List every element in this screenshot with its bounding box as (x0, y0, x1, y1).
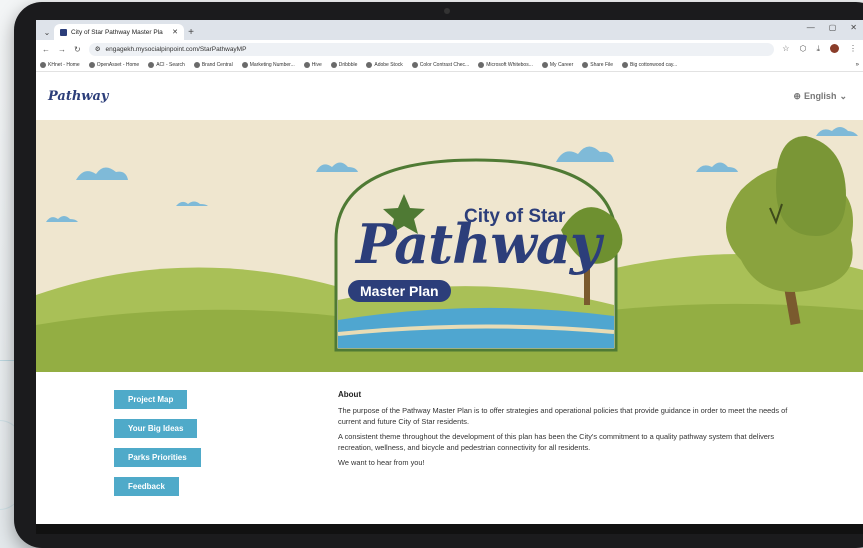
bookmarks-bar: KHnet - Home OpenAsset - Home ACI - Search… (36, 58, 863, 72)
tab-bar: ⌄ City of Star Pathway Master Pla ✕ + — … (36, 20, 863, 40)
project-map-button[interactable]: Project Map (114, 390, 188, 409)
bookmark-item[interactable]: Marketing Number... (241, 61, 295, 68)
background: ⌄ City of Star Pathway Master Pla ✕ + — … (0, 0, 863, 548)
site-info-icon[interactable]: ⚙ (95, 45, 101, 53)
camera-icon (444, 8, 450, 14)
bookmark-favicon-icon (330, 61, 337, 68)
bookmark-favicon-icon (411, 61, 418, 68)
bookmark-item[interactable]: Microsoft Whitebos... (478, 61, 533, 68)
bookmark-label: Big cottonwood cay... (630, 61, 678, 68)
bookmark-item[interactable]: Brand Central (193, 61, 233, 68)
site-logo[interactable]: Pathway (48, 89, 108, 104)
bookmark-favicon-icon (193, 61, 200, 68)
language-label: English (803, 91, 837, 101)
new-tab-icon[interactable]: + (184, 24, 198, 40)
about-section: About The purpose of the Pathway Master … (338, 390, 863, 514)
hero-master-plan-badge: Master Plan (348, 280, 451, 302)
bookmark-item[interactable]: ACI - Search (148, 61, 185, 68)
bookmark-item[interactable]: Share File (582, 61, 614, 68)
site-favicon-icon (60, 28, 67, 36)
menu-dots-icon[interactable]: ⋮ (849, 44, 857, 54)
bookmark-label: Brand Central (201, 61, 233, 68)
bookmark-item[interactable]: Dribbble (330, 61, 358, 68)
chevron-down-icon: ⌄ (839, 90, 847, 101)
close-tab-icon[interactable]: ✕ (172, 28, 178, 36)
browser-tab[interactable]: City of Star Pathway Master Pla ✕ (54, 24, 184, 40)
bookmark-favicon-icon (541, 61, 548, 68)
bookmark-favicon-icon (148, 61, 155, 68)
laptop-bezel-bottom (36, 524, 863, 534)
browser-window: ⌄ City of Star Pathway Master Pla ✕ + — … (36, 20, 863, 524)
bookmark-favicon-icon (40, 61, 46, 68)
bookmark-label: ACI - Search (156, 61, 185, 68)
toolbar-actions: ☆ ⬡ ⤓ ⋮ (782, 44, 857, 54)
bookmark-label: Color Contrast Chec... (419, 61, 470, 68)
hero-banner: City of Star Pathway Master Plan (36, 120, 863, 372)
bookmark-star-icon[interactable]: ☆ (782, 44, 789, 54)
url-field[interactable]: ⚙ engagekh.mysocialpinpoint.com/StarPath… (88, 42, 775, 56)
nav-buttons: Project Map Your Big Ideas Parks Priorit… (114, 390, 338, 514)
back-icon[interactable]: ← (42, 45, 50, 54)
tab-search-icon[interactable]: ⌄ (40, 24, 54, 40)
bookmark-favicon-icon (366, 61, 373, 68)
bookmark-label: Dribbble (338, 61, 358, 68)
site-header: Pathway ⊕ English ⌄ (36, 72, 863, 120)
bookmark-item[interactable]: My Career (541, 61, 574, 68)
bookmark-favicon-icon (622, 61, 629, 68)
bookmark-label: My Career (549, 61, 574, 68)
about-paragraph-3: We want to hear from you! (338, 458, 425, 467)
feedback-button[interactable]: Feedback (114, 477, 179, 496)
bookmark-label: Microsoft Whitebos... (486, 61, 533, 68)
window-controls: — ▢ ✕ (807, 23, 857, 32)
bookmark-label: Adobe Stock (374, 61, 403, 68)
bookmark-label: KHnet - Home (48, 61, 80, 68)
bookmark-favicon-icon (241, 61, 248, 68)
bookmark-item[interactable]: Big cottonwood cay... (622, 61, 678, 68)
bookmark-favicon-icon (303, 61, 310, 68)
bookmark-favicon-icon (88, 61, 95, 68)
tab-title: City of Star Pathway Master Pla (71, 28, 163, 36)
hero-pathway-text: Pathway (356, 212, 601, 276)
minimize-icon[interactable]: — (807, 23, 815, 32)
big-ideas-button[interactable]: Your Big Ideas (114, 419, 198, 438)
bookmarks-overflow[interactable]: » (856, 62, 859, 68)
about-paragraph-2: A consistent theme throughout the develo… (338, 432, 775, 452)
bookmark-favicon-icon (478, 61, 485, 68)
about-paragraph-1: The purpose of the Pathway Master Plan i… (338, 406, 788, 426)
bookmark-label: Hive (311, 61, 322, 68)
close-window-icon[interactable]: ✕ (850, 23, 857, 32)
extensions-icon[interactable]: ⬡ (799, 44, 806, 54)
forward-icon[interactable]: → (58, 45, 66, 54)
bookmark-favicon-icon (582, 61, 589, 68)
bookmark-item[interactable]: OpenAsset - Home (88, 61, 140, 68)
maximize-icon[interactable]: ▢ (829, 23, 837, 32)
globe-icon: ⊕ (793, 90, 801, 101)
bookmark-label: Marketing Number... (249, 61, 295, 68)
bookmark-item[interactable]: KHnet - Home (40, 61, 80, 68)
parks-priorities-button[interactable]: Parks Priorities (114, 448, 201, 467)
language-selector[interactable]: ⊕ English ⌄ (793, 91, 847, 102)
bookmark-item[interactable]: Hive (303, 61, 322, 68)
bookmark-label: Share File (590, 61, 614, 68)
bookmark-item[interactable]: Adobe Stock (366, 61, 403, 68)
profile-avatar[interactable] (830, 44, 839, 53)
download-icon[interactable]: ⤓ (816, 44, 820, 54)
reload-icon[interactable]: ↻ (74, 45, 81, 54)
about-heading: About (338, 390, 362, 399)
bookmark-item[interactable]: Color Contrast Chec... (411, 61, 470, 68)
bookmark-label: OpenAsset - Home (96, 61, 140, 68)
main-content: Project Map Your Big Ideas Parks Priorit… (36, 372, 863, 514)
url-text: engagekh.mysocialpinpoint.com/StarPathwa… (105, 45, 247, 53)
address-bar-row: ← → ↻ ⚙ engagekh.mysocialpinpoint.com/St… (36, 40, 863, 58)
